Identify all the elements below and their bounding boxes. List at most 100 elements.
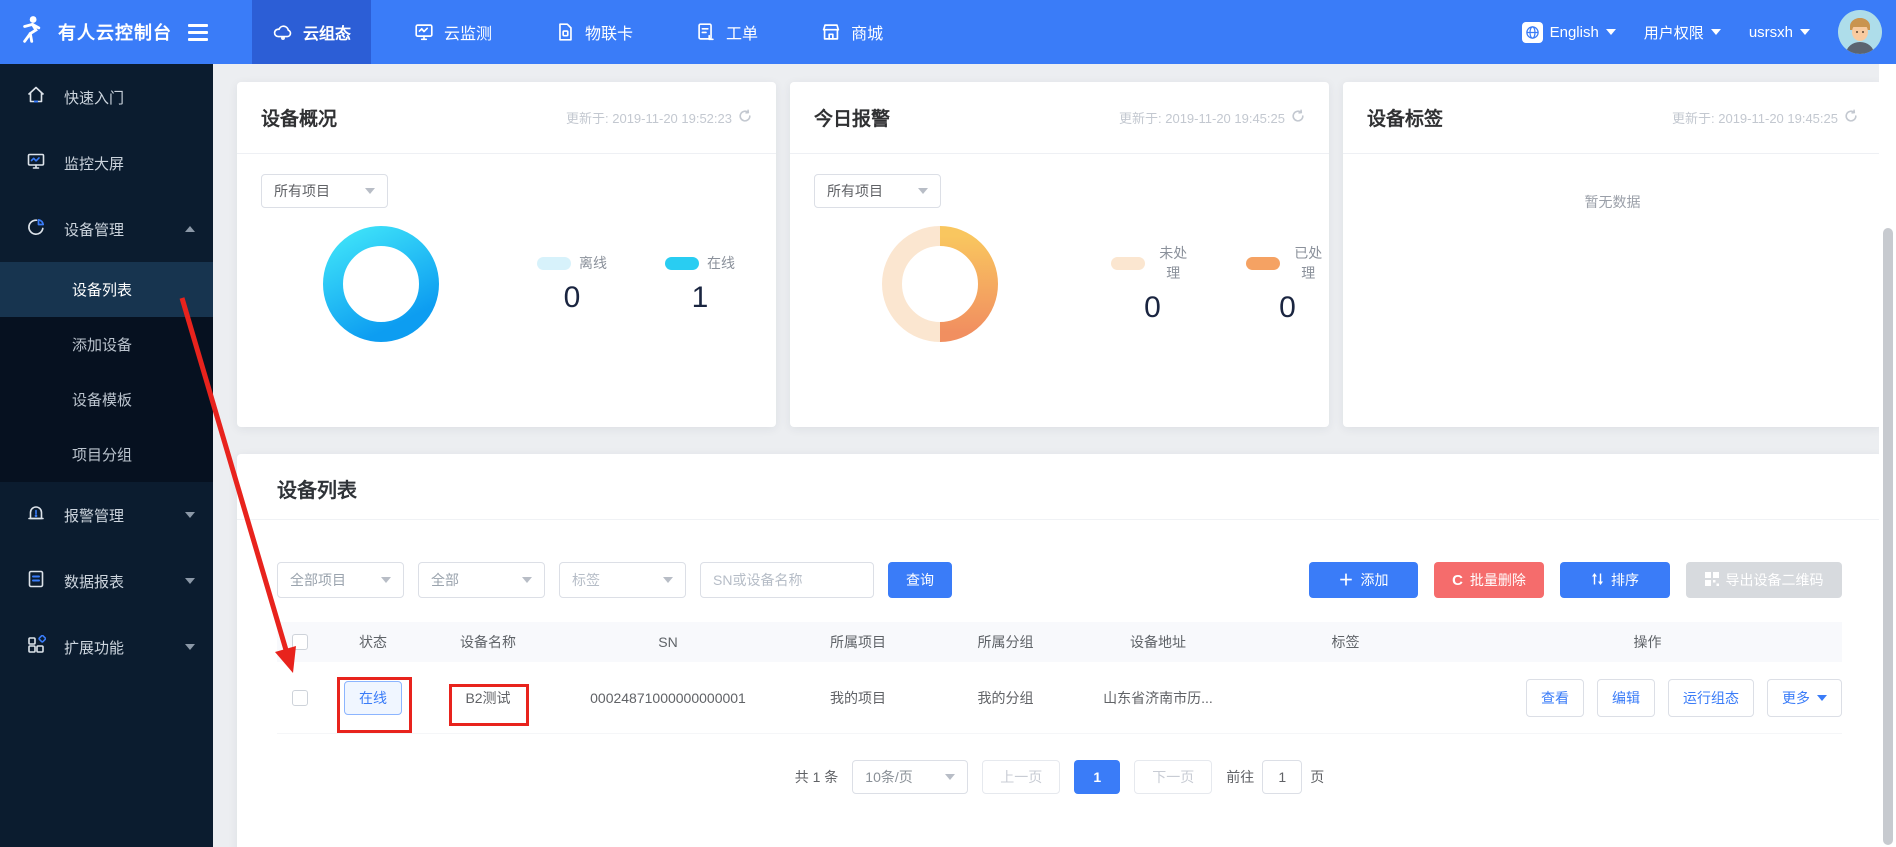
col-name: 设备名称 <box>460 634 516 650</box>
search-input[interactable] <box>700 562 874 598</box>
select-value: 所有项目 <box>274 183 330 199</box>
add-device-button[interactable]: ＋ 添加 <box>1309 562 1418 598</box>
scrollbar-thumb[interactable] <box>1883 228 1893 845</box>
chevron-down-icon <box>381 577 391 583</box>
current-page-button[interactable]: 1 <box>1074 760 1121 794</box>
sidebar-item-label: 监控大屏 <box>64 155 125 173</box>
batch-delete-button[interactable]: C 批量删除 <box>1434 562 1544 598</box>
col-tag: 标签 <box>1331 634 1360 650</box>
permissions-menu[interactable]: 用户权限 <box>1644 22 1721 43</box>
project-filter-select[interactable]: 所有项目 <box>814 174 941 208</box>
device-tags-card: 设备标签 更新于: 2019-11-20 19:45:25 暂无数据 <box>1343 82 1882 427</box>
device-list-panel: 设备列表 全部项目 全部 标签 SN或设备名称 查询 ＋ 添加 C 批量删除 排… <box>237 454 1882 847</box>
sidebar-item-extensions[interactable]: 扩展功能 <box>0 614 213 680</box>
edit-button[interactable]: 编辑 <box>1597 678 1655 717</box>
run-scada-button[interactable]: 运行组态 <box>1668 678 1754 717</box>
status-badge[interactable]: 在线 <box>344 680 402 715</box>
refresh-icon[interactable] <box>1291 109 1305 126</box>
qr-code-icon <box>1704 571 1719 589</box>
scrollbar-track[interactable] <box>1879 64 1896 847</box>
sidebar-item-label: 设备模板 <box>72 392 133 409</box>
nav-tabs: 云组态 云监测 物联卡 工单 商城 <box>252 0 925 64</box>
select-value: 全部 <box>431 572 459 588</box>
card-title: 今日报警 <box>814 109 891 130</box>
monitor-chart-icon <box>413 21 435 43</box>
sidebar-item-device-template[interactable]: 设备模板 <box>0 372 213 427</box>
updated-timestamp: 更新于: 2019-11-20 19:45:25 <box>1119 111 1285 126</box>
refresh-icon[interactable] <box>1844 109 1858 126</box>
language-switcher[interactable]: English <box>1521 21 1616 43</box>
legend-label: 已处理 <box>1294 245 1323 281</box>
sidebar-item-project-group[interactable]: 项目分组 <box>0 427 213 482</box>
updated-timestamp: 更新于: 2019-11-20 19:45:25 <box>1672 111 1838 126</box>
sidebar-item-label: 数据报表 <box>64 573 125 591</box>
user-menu[interactable]: usrsxh <box>1749 24 1810 41</box>
tab-cloud-scada[interactable]: 云组态 <box>252 0 372 64</box>
top-navbar: 有人云控制台 云组态 云监测 物联卡 工单 商城 English 用户权限 us… <box>0 0 1896 64</box>
chevron-down-icon <box>918 188 928 194</box>
sidebar-item-device-management[interactable]: 设备管理 <box>0 196 213 262</box>
brand[interactable]: 有人云控制台 <box>0 13 213 52</box>
tab-cloud-monitor[interactable]: 云监测 <box>393 0 512 64</box>
sidebar-item-monitor-screen[interactable]: 监控大屏 <box>0 130 213 196</box>
more-button[interactable]: 更多 <box>1767 678 1842 717</box>
hamburger-menu-icon[interactable] <box>188 23 208 41</box>
online-donut-chart <box>323 226 439 342</box>
legend-label: 在线 <box>707 255 735 271</box>
pagination: 共 1 条 10条/页 上一页 1 下一页 前往 页 <box>237 760 1882 794</box>
select-all-checkbox[interactable] <box>292 634 308 650</box>
legend-value: 0 <box>563 281 581 314</box>
avatar[interactable] <box>1838 10 1882 54</box>
legend-label: 离线 <box>579 255 607 271</box>
tab-label: 工单 <box>726 26 759 43</box>
table-row: 在线 B2测试 00024871000000000001 我的项目 我的分组 山… <box>277 662 1842 734</box>
chevron-down-icon <box>185 512 195 518</box>
refresh-c-icon: C <box>1452 571 1463 589</box>
search-button[interactable]: 查询 <box>888 562 952 598</box>
chevron-down-icon <box>1817 694 1827 701</box>
sort-button[interactable]: 排序 <box>1560 562 1670 598</box>
card-title: 设备标签 <box>1367 109 1444 130</box>
chevron-down-icon <box>1710 29 1721 35</box>
chevron-down-icon <box>185 644 195 650</box>
tab-label: 物联卡 <box>585 26 634 43</box>
next-page-button[interactable]: 下一页 <box>1134 760 1213 794</box>
project-select[interactable]: 全部项目 <box>277 562 404 598</box>
col-address: 设备地址 <box>1130 634 1186 650</box>
legend-offline: 离线 0 <box>537 253 607 315</box>
refresh-icon[interactable] <box>738 109 752 126</box>
goto-page-input[interactable] <box>1262 760 1303 794</box>
sidebar-item-label: 扩展功能 <box>64 639 125 657</box>
page-size-select[interactable]: 10条/页 <box>852 760 969 794</box>
sidebar-item-quick-start[interactable]: 快速入门 <box>0 64 213 130</box>
sidebar-item-add-device[interactable]: 添加设备 <box>0 317 213 372</box>
tab-iot-card[interactable]: 物联卡 <box>534 0 653 64</box>
tab-mall[interactable]: 商城 <box>800 0 903 64</box>
tab-label: 商城 <box>851 26 884 43</box>
chevron-down-icon <box>1605 29 1616 35</box>
project-filter-select[interactable]: 所有项目 <box>261 174 388 208</box>
grid-apps-icon <box>26 634 47 659</box>
legend-swatch <box>665 256 699 270</box>
status-select[interactable]: 全部 <box>418 562 545 598</box>
tab-work-order[interactable]: 工单 <box>675 0 778 64</box>
col-sn: SN <box>658 634 678 650</box>
chevron-down-icon <box>365 188 375 194</box>
total-count: 共 1 条 <box>794 769 839 785</box>
sidebar-item-alarm-management[interactable]: 报警管理 <box>0 482 213 548</box>
logo-person-icon <box>14 13 48 52</box>
sidebar-item-label: 设备管理 <box>64 221 125 239</box>
tag-select[interactable]: 标签 <box>559 562 686 598</box>
select-value: 10条/页 <box>865 769 913 785</box>
chevron-down-icon <box>522 577 532 583</box>
row-checkbox[interactable] <box>292 689 308 706</box>
legend-label: 未处理 <box>1159 245 1188 281</box>
device-table: 状态 设备名称 SN 所属项目 所属分组 设备地址 标签 操作 在线 B2测试 … <box>277 622 1842 734</box>
prev-page-button[interactable]: 上一页 <box>982 760 1061 794</box>
sidebar-item-data-report[interactable]: 数据报表 <box>0 548 213 614</box>
sidebar-item-label: 项目分组 <box>72 447 133 464</box>
work-order-icon <box>695 21 717 43</box>
export-qr-button[interactable]: 导出设备二维码 <box>1686 562 1842 598</box>
view-button[interactable]: 查看 <box>1526 678 1584 717</box>
sidebar-item-device-list[interactable]: 设备列表 <box>0 262 213 317</box>
